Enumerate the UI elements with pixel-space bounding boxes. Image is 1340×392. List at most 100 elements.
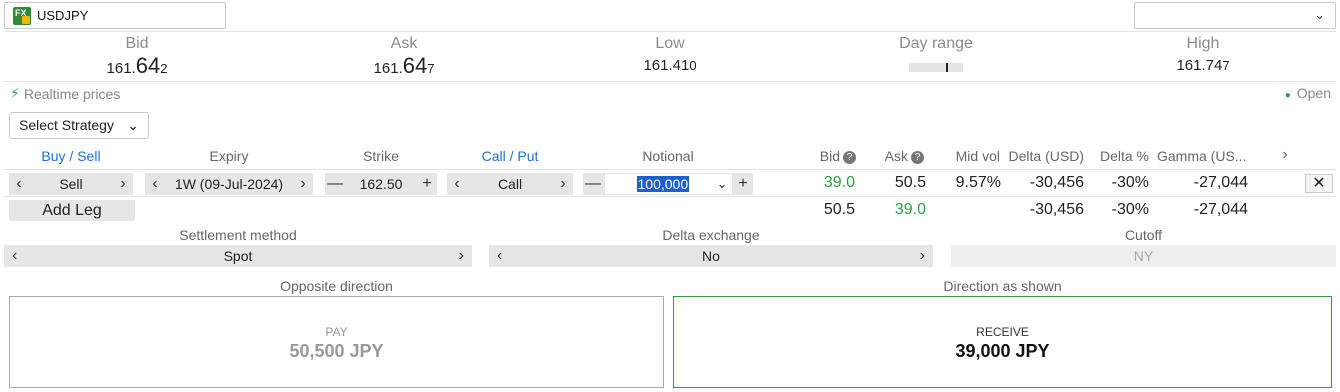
chevron-right-icon[interactable]: › [459, 245, 464, 267]
cutoff-label: Cutoff [1124, 227, 1163, 243]
chevron-left-icon[interactable]: ‹ [447, 175, 467, 193]
settlement-stepper[interactable]: ‹ Spot › [4, 245, 472, 267]
leg-ask[interactable]: 50.5 [868, 174, 926, 192]
cutoff-value: NY [1133, 248, 1154, 264]
header-ask: Ask? [868, 148, 924, 164]
call-put-value: Call [497, 176, 523, 192]
divider [4, 169, 1336, 170]
chevron-right-icon[interactable]: › [920, 245, 925, 267]
chevron-left-icon[interactable]: ‹ [145, 175, 165, 193]
settlement-label: Settlement method [179, 227, 297, 243]
leg-delta-pct: -30% [1111, 174, 1149, 191]
symbol-selector[interactable]: FX USDJPY [4, 2, 226, 29]
realtime-indicator: ⚡︎ Realtime prices [10, 85, 120, 102]
header-delta-pct: Delta % [1099, 148, 1149, 164]
header-gamma: Gamma (US... [1157, 148, 1247, 164]
day-range-bar [909, 63, 963, 72]
expiry-stepper[interactable]: ‹ 1W (09-Jul-2024) › [145, 173, 313, 195]
minus-icon[interactable]: — [583, 175, 603, 193]
low-value: 161.41 [643, 57, 690, 74]
notional-value: 100,000 [636, 176, 690, 192]
notional-stepper[interactable]: — 100,000 ⌄ + [583, 173, 753, 195]
header-notional: Notional [642, 148, 694, 164]
high-value: 161.74 [1176, 57, 1223, 74]
chevron-right-icon[interactable]: › [293, 175, 313, 193]
day-range: Day range [836, 34, 1036, 54]
symbol-label: USDJPY [37, 8, 89, 23]
fx-icon: FX [13, 6, 31, 25]
realtime-label: Realtime prices [23, 85, 121, 102]
leg-mid-vol: 9.57% [955, 174, 1001, 191]
high-quote: High 161.747 [1103, 34, 1303, 76]
low-quote: Low 161.410 [570, 34, 770, 76]
low-label: Low [655, 35, 685, 52]
high-label: High [1186, 35, 1220, 52]
chevron-right-icon[interactable]: › [553, 175, 573, 193]
receive-button[interactable]: RECEIVE 39,000 JPY [673, 296, 1332, 388]
ask-quote[interactable]: Ask 161.647 [304, 34, 504, 79]
lightning-icon: ⚡︎ [10, 85, 20, 101]
delta-exchange-value: No [702, 248, 720, 264]
strategy-select[interactable]: Select Strategy ⌄ [9, 112, 149, 139]
leg-bid[interactable]: 39.0 [800, 174, 855, 192]
bid-label: Bid [125, 35, 149, 52]
total-delta-usd: -30,456 [1029, 201, 1084, 218]
chevron-left-icon[interactable]: ‹ [12, 245, 17, 267]
bid-pips: 64 [135, 53, 161, 78]
delta-exchange-label: Delta exchange [662, 227, 760, 243]
chevron-right-icon[interactable]: › [1278, 146, 1292, 164]
plus-icon[interactable]: + [417, 175, 437, 193]
strike-value: 162.50 [359, 176, 403, 192]
header-bid-label: Bid [819, 148, 840, 164]
chevron-right-icon[interactable]: › [113, 175, 133, 193]
buy-sell-stepper[interactable]: ‹ Sell › [9, 173, 133, 195]
help-icon[interactable]: ? [843, 151, 856, 164]
total-gamma: -27,044 [1193, 201, 1248, 218]
ask-prefix: 161. [373, 60, 403, 77]
notional-input[interactable]: 100,000 ⌄ [604, 174, 732, 194]
market-status-label: Open [1296, 85, 1331, 101]
pay-button[interactable]: PAY 50,500 JPY [9, 296, 664, 388]
pay-action: PAY [325, 325, 348, 339]
strike-stepper[interactable]: — 162.50 + [325, 173, 437, 195]
market-status: ● Open [1285, 85, 1331, 101]
header-ask-label: Ask [884, 148, 908, 164]
direction-shown-label: Direction as shown [943, 278, 1062, 294]
ask-fraction: 7 [427, 61, 435, 76]
call-put-stepper[interactable]: ‹ Call › [447, 173, 573, 195]
side-value: Sell [59, 176, 83, 192]
bid-prefix: 161. [106, 60, 136, 77]
expiry-value: 1W (09-Jul-2024) [174, 176, 284, 192]
add-leg-button[interactable]: Add Leg [9, 200, 135, 221]
account-dropdown[interactable]: ⌄ [1134, 2, 1336, 29]
leg-gamma: -27,044 [1193, 174, 1248, 191]
minus-icon[interactable]: — [325, 175, 345, 193]
receive-action: RECEIVE [976, 325, 1029, 339]
cutoff-field: NY [951, 245, 1336, 267]
header-buy-sell[interactable]: Buy / Sell [20, 148, 122, 164]
chevron-down-icon[interactable]: ⌄ [717, 176, 728, 192]
chevron-down-icon: ⌄ [1314, 7, 1325, 22]
help-icon[interactable]: ? [911, 151, 924, 164]
ask-label: Ask [390, 35, 418, 52]
close-icon: ✕ [1312, 175, 1326, 192]
remove-leg-button[interactable]: ✕ [1305, 174, 1333, 193]
delta-exchange-stepper[interactable]: ‹ No › [489, 245, 933, 267]
bid-fraction: 2 [160, 61, 168, 76]
receive-amount: 39,000 JPY [955, 341, 1050, 361]
header-bid: Bid? [800, 148, 856, 164]
total-delta-pct: -30% [1111, 201, 1149, 218]
low-fraction: 0 [689, 58, 697, 73]
chevron-left-icon[interactable]: ‹ [9, 175, 29, 193]
divider [4, 81, 1336, 82]
pay-amount: 50,500 JPY [289, 341, 384, 361]
bid-quote[interactable]: Bid 161.642 [37, 34, 237, 79]
chevron-left-icon[interactable]: ‹ [497, 245, 502, 267]
header-call-put[interactable]: Call / Put [447, 148, 573, 164]
divider [4, 196, 1336, 197]
header-mid-vol: Mid vol [955, 148, 1000, 164]
header-delta-usd: Delta (USD) [1008, 148, 1084, 164]
total-bid: 50.5 [823, 201, 855, 218]
plus-icon[interactable]: + [733, 175, 753, 193]
status-dot-icon: ● [1284, 90, 1291, 101]
